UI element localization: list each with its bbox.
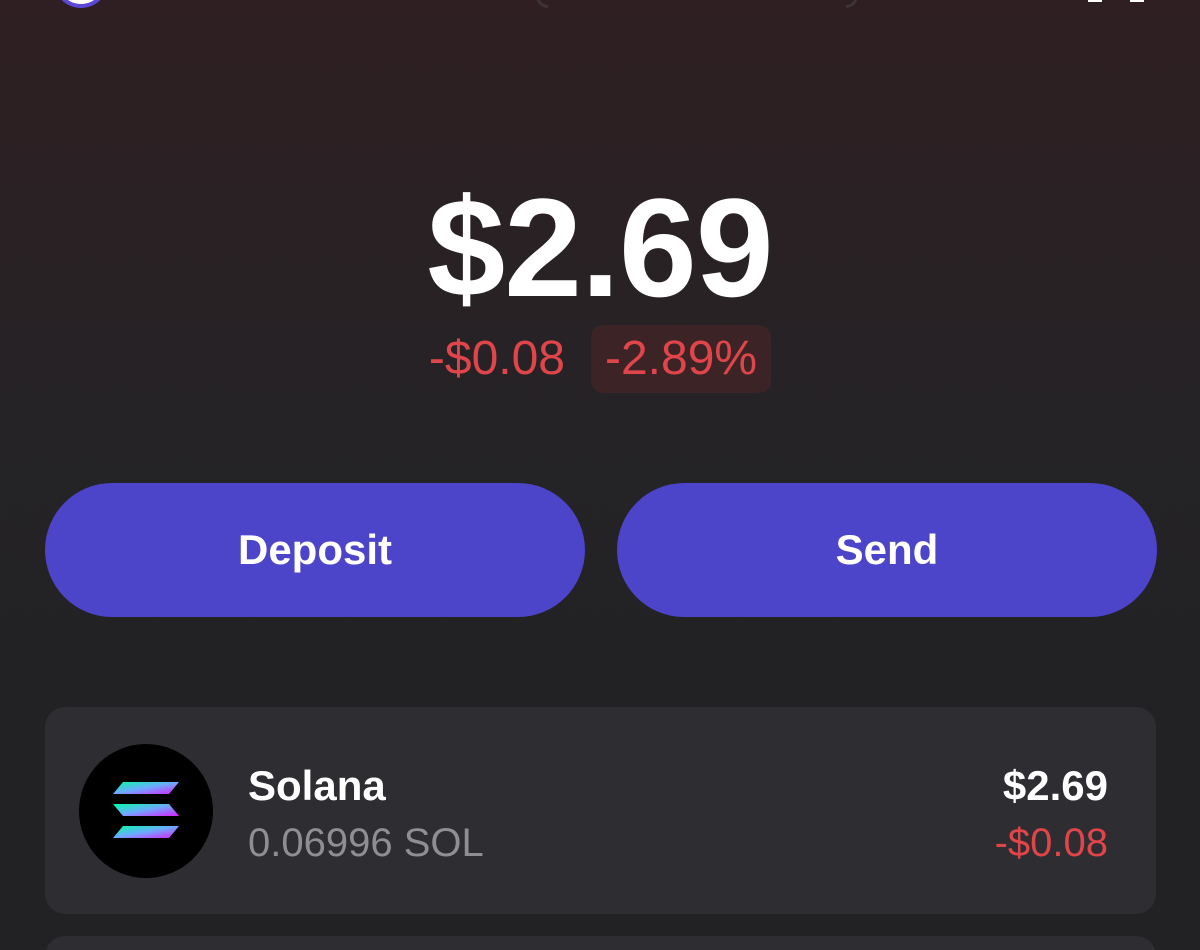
header-paren-left — [536, 0, 548, 8]
balance-change-row: -$0.08 -2.89% — [0, 324, 1200, 394]
account-avatar[interactable] — [52, 0, 110, 8]
scan-icon[interactable] — [1088, 0, 1144, 6]
token-name: Solana — [248, 762, 386, 809]
token-row-solana[interactable]: Solana 0.06996 SOL $2.69 -$0.08 — [45, 707, 1156, 914]
send-button[interactable]: Send — [617, 483, 1157, 617]
deposit-button[interactable]: Deposit — [45, 483, 585, 617]
solana-icon — [79, 744, 213, 878]
header-paren-right — [846, 0, 858, 8]
total-balance: $2.69 — [427, 169, 773, 326]
token-value: $2.69 — [1002, 762, 1108, 809]
token-row-next[interactable] — [45, 936, 1156, 950]
token-change: -$0.08 — [994, 821, 1108, 865]
balance-change-percent-badge: -2.89% — [591, 325, 772, 393]
token-amount: 0.06996 SOL — [248, 821, 484, 865]
balance-change-amount: -$0.08 — [428, 332, 565, 385]
